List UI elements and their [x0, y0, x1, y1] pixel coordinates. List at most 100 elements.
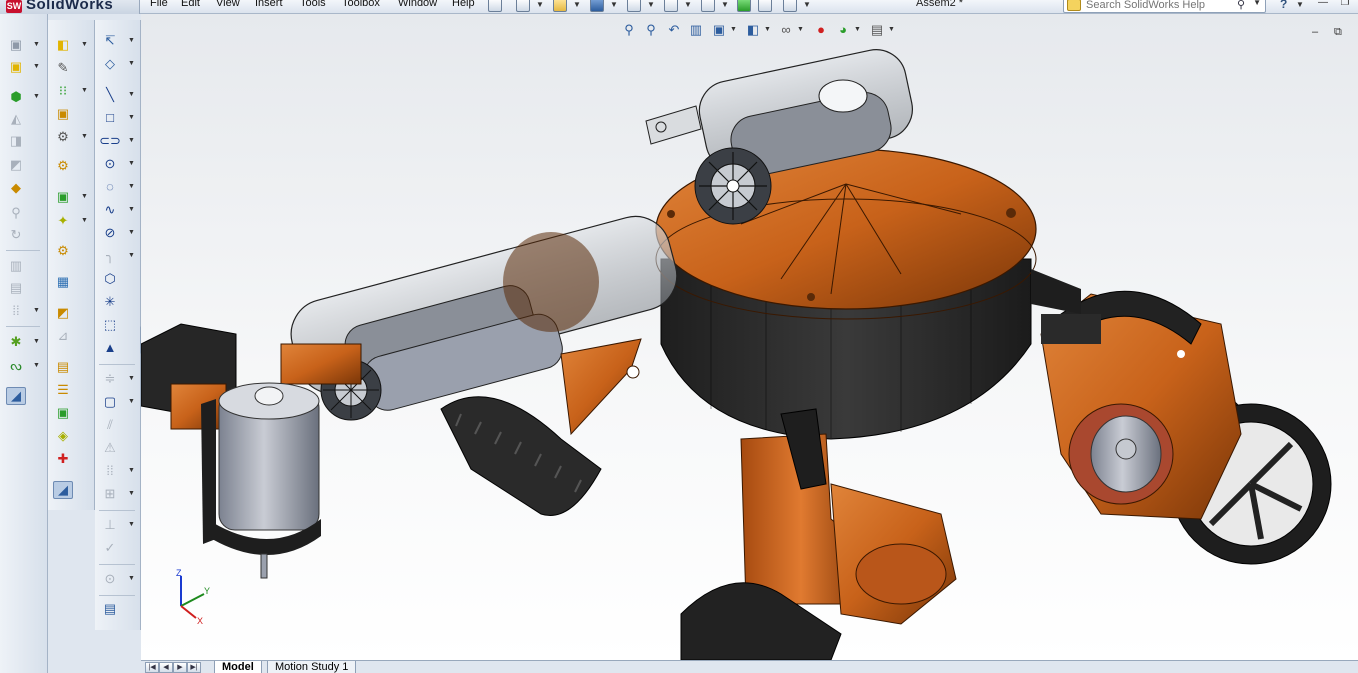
offset-icon[interactable]: ⫽: [100, 416, 120, 434]
chevron-down-icon[interactable]: ▼: [128, 467, 135, 474]
assembly-fillet-icon[interactable]: ◩: [6, 156, 26, 174]
convert-entities-icon[interactable]: ▢: [100, 393, 120, 411]
repair-sketch-icon[interactable]: ✓: [100, 539, 120, 557]
search-source-icon[interactable]: [1067, 0, 1081, 11]
chamfer-icon[interactable]: ▣: [53, 188, 73, 206]
mirror-entities-icon[interactable]: ⚠: [100, 439, 120, 457]
menu-help[interactable]: Help: [452, 0, 475, 9]
chevron-down-icon[interactable]: ▼: [33, 307, 40, 314]
chevron-down-icon[interactable]: ▼: [128, 229, 135, 236]
chevron-down-icon[interactable]: ▼: [81, 133, 88, 140]
revolved-boss-icon[interactable]: ✎: [53, 59, 73, 77]
minimize-document-icon[interactable]: –: [1312, 26, 1318, 38]
interference-detection-icon[interactable]: ✚: [53, 450, 73, 468]
bill-of-materials-icon[interactable]: ☰: [53, 381, 73, 399]
chevron-down-icon[interactable]: ▼: [81, 41, 88, 48]
previous-view-icon[interactable]: ↶: [666, 22, 682, 38]
menu-insert[interactable]: Insert: [255, 0, 283, 9]
display-style-icon[interactable]: ◧: [745, 22, 761, 38]
rib-icon[interactable]: ✦: [53, 212, 73, 230]
menu-file[interactable]: File: [150, 0, 168, 9]
chevron-down-icon[interactable]: ▼: [797, 26, 804, 33]
pushpin-icon[interactable]: [488, 0, 502, 12]
instant3d-icon[interactable]: ◢: [6, 387, 26, 405]
chevron-down-icon[interactable]: ▼: [1253, 0, 1261, 7]
print-icon[interactable]: [627, 0, 641, 12]
arc-icon[interactable]: ◌: [100, 178, 120, 196]
zoom-to-area-icon[interactable]: ⚲: [643, 22, 659, 38]
chevron-down-icon[interactable]: ▼: [81, 217, 88, 224]
polygon-icon[interactable]: ⬡: [100, 270, 120, 288]
fillet-icon[interactable]: ⚙: [53, 157, 73, 175]
shell-icon[interactable]: ⚙: [53, 242, 73, 260]
point-icon[interactable]: ✳: [100, 293, 120, 311]
pattern-entities-icon[interactable]: ⁞⁞: [100, 462, 120, 480]
assembly-visualization-icon[interactable]: ▤: [53, 358, 73, 376]
menu-tools[interactable]: Tools: [300, 0, 326, 9]
section-view-icon[interactable]: ▥: [688, 22, 704, 38]
file-properties-icon[interactable]: [758, 0, 772, 12]
save-icon[interactable]: [590, 0, 604, 12]
show-hidden-icon[interactable]: ▥: [6, 257, 26, 275]
mate-icon[interactable]: ⬢: [6, 88, 26, 106]
apply-scene-icon[interactable]: ◕: [835, 22, 851, 38]
rotate-component-icon[interactable]: ↻: [6, 226, 26, 244]
chevron-down-icon[interactable]: ▼: [684, 0, 692, 9]
chevron-down-icon[interactable]: ▼: [854, 26, 861, 33]
reference-geometry-icon[interactable]: ✱: [6, 333, 26, 351]
chevron-down-icon[interactable]: ▼: [536, 0, 544, 9]
chevron-down-icon[interactable]: ▼: [81, 87, 88, 94]
chevron-down-icon[interactable]: ▼: [721, 0, 729, 9]
circle-icon[interactable]: ⊙: [100, 155, 120, 173]
chevron-down-icon[interactable]: ▼: [33, 93, 40, 100]
chevron-down-icon[interactable]: ▼: [33, 63, 40, 70]
view-orientation-icon[interactable]: ▣: [711, 22, 727, 38]
move-component-icon[interactable]: ⚲: [6, 204, 26, 222]
extruded-cut-icon[interactable]: ⚙: [53, 128, 73, 146]
menu-edit[interactable]: Edit: [181, 0, 200, 9]
edit-appearance-icon[interactable]: ●: [813, 22, 829, 38]
new-document-icon[interactable]: [516, 0, 530, 12]
last-tab-arrow-icon[interactable]: ▶|: [187, 662, 201, 673]
lofted-boss-icon[interactable]: ▣: [53, 105, 73, 123]
chevron-down-icon[interactable]: ▼: [573, 0, 581, 9]
chevron-down-icon[interactable]: ▼: [33, 338, 40, 345]
chevron-down-icon[interactable]: ▼: [128, 137, 135, 144]
chevron-down-icon[interactable]: ▼: [33, 41, 40, 48]
view-settings-icon[interactable]: ▤: [869, 22, 885, 38]
search-input[interactable]: [1086, 0, 1236, 11]
rapid-sketch-icon[interactable]: ◢: [53, 481, 73, 499]
chevron-down-icon[interactable]: ▼: [128, 252, 135, 259]
search-icon[interactable]: ⚲: [1237, 0, 1245, 11]
chevron-down-icon[interactable]: ▼: [888, 26, 895, 33]
chevron-down-icon[interactable]: ▼: [764, 26, 771, 33]
restore-window-icon[interactable]: ❐: [1338, 0, 1352, 10]
chevron-down-icon[interactable]: ▼: [128, 160, 135, 167]
smart-dimension-icon[interactable]: ↸: [100, 32, 120, 50]
quick-snaps-icon[interactable]: ⊙: [100, 570, 120, 588]
chevron-down-icon[interactable]: ▼: [128, 521, 135, 528]
robot-assembly-model[interactable]: [141, 14, 1358, 660]
help-question-icon[interactable]: ?: [1280, 0, 1287, 11]
chevron-down-icon[interactable]: ▼: [730, 26, 737, 33]
undo-icon[interactable]: [664, 0, 678, 12]
chevron-down-icon[interactable]: ▼: [647, 0, 655, 9]
chevron-down-icon[interactable]: ▼: [128, 206, 135, 213]
zoom-to-fit-icon[interactable]: ⚲: [621, 22, 637, 38]
rectangle-icon[interactable]: □: [100, 109, 120, 127]
rapid-sketch-icon[interactable]: ▤: [100, 600, 120, 618]
explode-line-sketch-icon[interactable]: ◈: [53, 427, 73, 445]
select-arrow-icon[interactable]: [701, 0, 715, 12]
curves-icon[interactable]: ᔓ: [6, 357, 26, 375]
insert-components-icon[interactable]: ▣: [6, 36, 26, 54]
assembly-hole-icon[interactable]: ◨: [6, 132, 26, 150]
line-icon[interactable]: ╲: [100, 86, 120, 104]
chevron-down-icon[interactable]: ▼: [128, 575, 135, 582]
centerline-icon[interactable]: ⬚: [100, 316, 120, 334]
spline-icon[interactable]: ∿: [100, 201, 120, 219]
chevron-down-icon[interactable]: ▼: [128, 375, 135, 382]
menu-toolbox[interactable]: Toolbox: [342, 0, 380, 9]
tab-model[interactable]: Model: [214, 661, 262, 673]
swept-boss-icon[interactable]: ⁝⁝: [53, 82, 73, 100]
minimize-window-icon[interactable]: —: [1316, 0, 1330, 10]
